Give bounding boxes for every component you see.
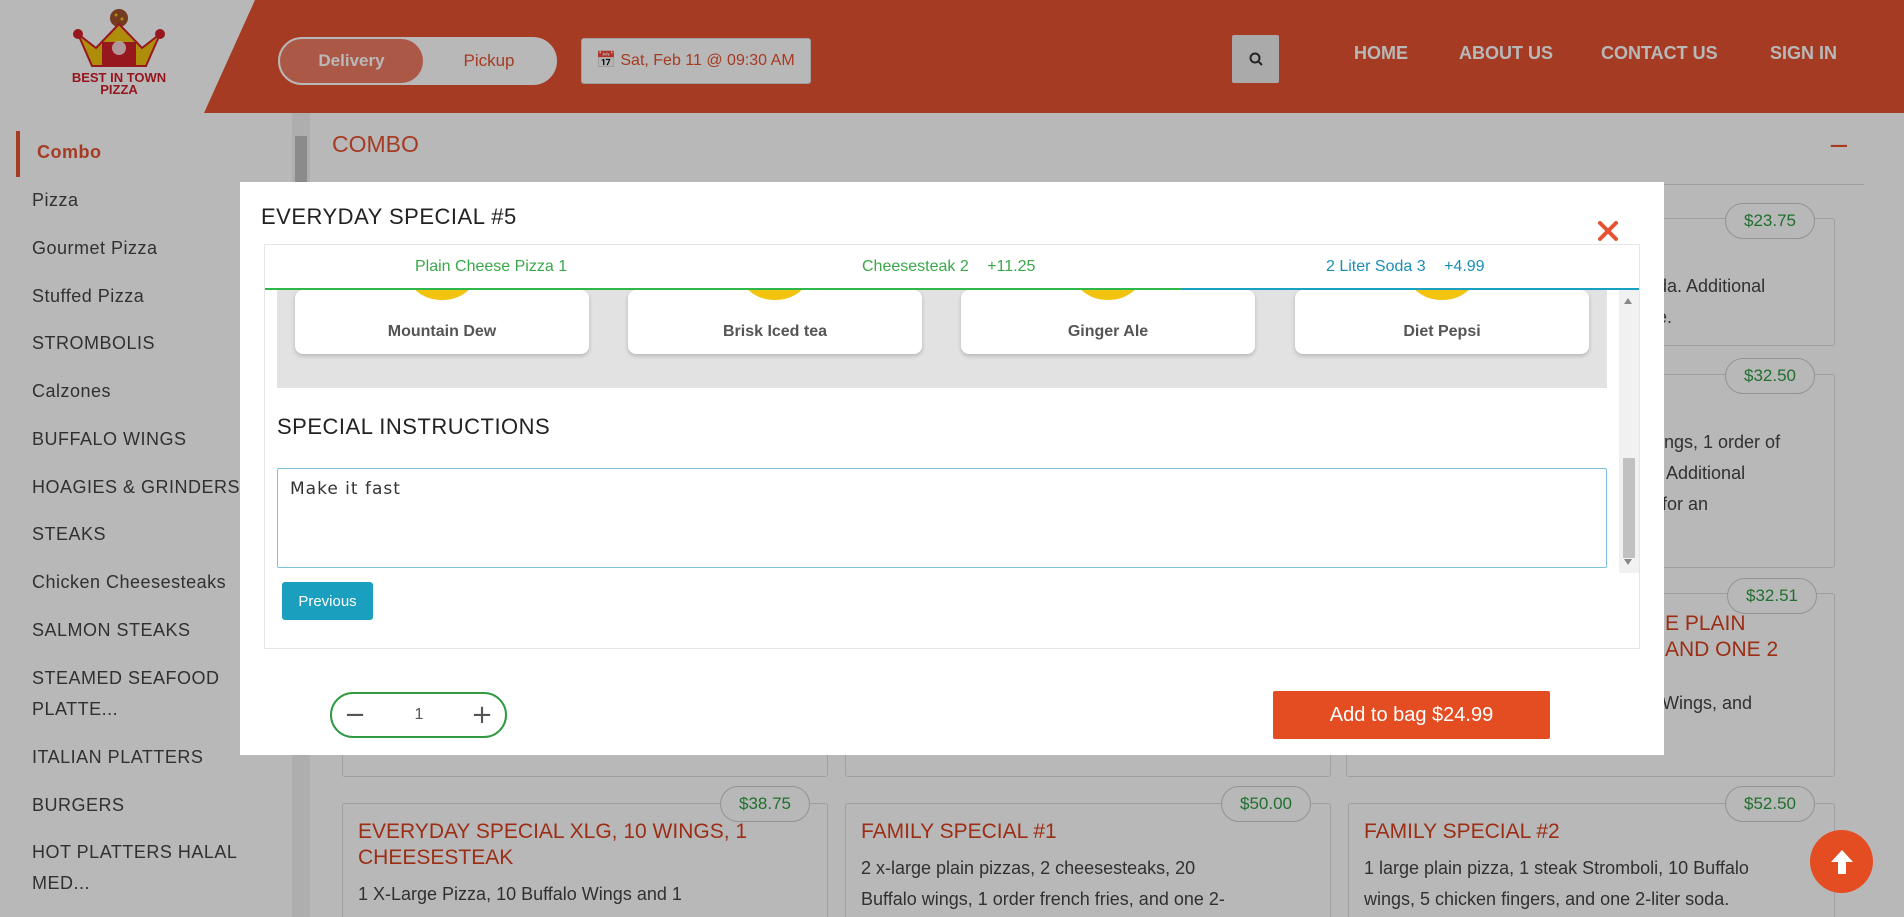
tab-step-2[interactable]: Cheesesteak 2 +11.25 bbox=[862, 258, 1035, 276]
tab-step-1[interactable]: Plain Cheese Pizza 1 bbox=[415, 258, 567, 276]
item-modal: EVERYDAY SPECIAL #5 Plain Cheese Pizza 1… bbox=[240, 182, 1664, 755]
previous-button[interactable]: Previous bbox=[282, 582, 373, 620]
scroll-to-top-button[interactable] bbox=[1810, 830, 1873, 893]
scroll-down-icon[interactable] bbox=[1624, 559, 1632, 565]
decrease-quantity-button[interactable]: − bbox=[340, 700, 370, 730]
close-icon[interactable] bbox=[1595, 218, 1621, 244]
drink-name: Diet Pepsi bbox=[1403, 323, 1481, 340]
step-label: Cheesesteak 2 bbox=[862, 258, 969, 275]
step-extra-price: +11.25 bbox=[987, 258, 1036, 275]
modal-scroll-thumb[interactable] bbox=[1623, 458, 1635, 558]
drink-image bbox=[1069, 290, 1147, 300]
modal-title: EVERYDAY SPECIAL #5 bbox=[261, 204, 517, 229]
tab-step-3[interactable]: 2 Liter Soda 3 +4.99 bbox=[1326, 258, 1485, 276]
drink-name: Ginger Ale bbox=[1067, 323, 1149, 340]
modal-body: Plain Cheese Pizza 1 Cheesesteak 2 +11.2… bbox=[264, 244, 1640, 649]
add-to-bag-button[interactable]: Add to bag $24.99 bbox=[1273, 691, 1550, 739]
scroll-up-icon[interactable] bbox=[1624, 298, 1632, 304]
special-instructions-title: SPECIAL INSTRUCTIONS bbox=[277, 414, 551, 439]
drink-option[interactable]: Brisk Iced tea bbox=[628, 290, 922, 354]
drink-option[interactable]: Diet Pepsi bbox=[1295, 290, 1589, 354]
modal-scroll-area: Mountain Dew Brisk Iced tea Ginger Ale D… bbox=[265, 290, 1639, 646]
drink-image bbox=[736, 290, 814, 300]
drink-image bbox=[403, 290, 481, 300]
drink-options-panel: Mountain Dew Brisk Iced tea Ginger Ale D… bbox=[277, 290, 1607, 388]
increase-quantity-button[interactable]: + bbox=[467, 700, 497, 730]
drink-name: Brisk Iced tea bbox=[722, 323, 828, 340]
step-label: Plain Cheese Pizza 1 bbox=[415, 258, 568, 275]
drink-option[interactable]: Mountain Dew bbox=[295, 290, 589, 354]
drink-image bbox=[1403, 290, 1481, 300]
arrow-up-icon bbox=[1830, 849, 1853, 874]
quantity-stepper: − + bbox=[330, 692, 507, 738]
drink-option[interactable]: Ginger Ale bbox=[961, 290, 1255, 354]
step-label: 2 Liter Soda 3 bbox=[1326, 258, 1426, 275]
step-extra-price: +4.99 bbox=[1444, 258, 1485, 275]
quantity-input[interactable] bbox=[387, 694, 451, 736]
step-tabs: Plain Cheese Pizza 1 Cheesesteak 2 +11.2… bbox=[265, 245, 1639, 290]
modal-scrollbar[interactable] bbox=[1619, 290, 1639, 573]
special-instructions-input[interactable]: Make it fast bbox=[277, 468, 1607, 568]
drink-name: Mountain Dew bbox=[387, 323, 497, 340]
